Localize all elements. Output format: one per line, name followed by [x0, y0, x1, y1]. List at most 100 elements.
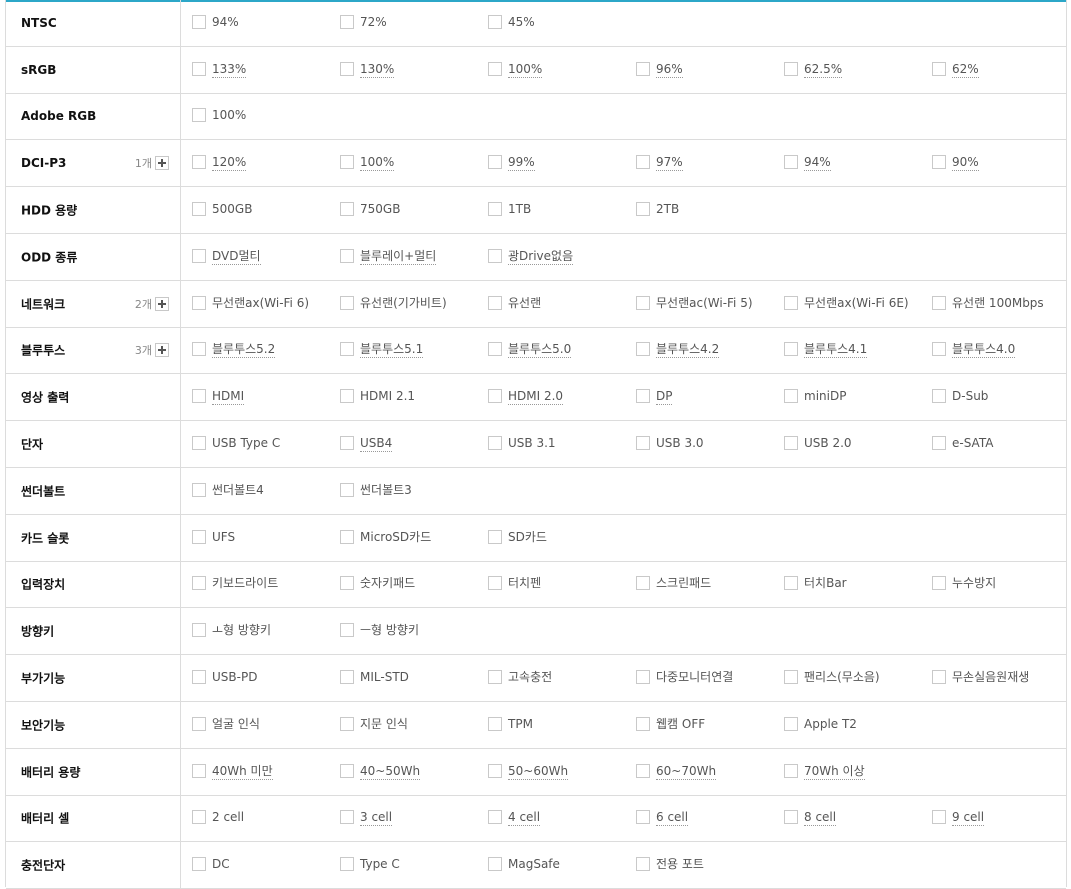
option-checkbox[interactable] [784, 670, 798, 685]
option-label[interactable]: 유선랜 [508, 296, 541, 311]
option-label[interactable]: 무손실음원재생 [952, 670, 1029, 685]
option-label[interactable]: DP [656, 389, 673, 406]
option-checkbox[interactable] [192, 342, 206, 357]
option-label[interactable]: D-Sub [952, 389, 988, 404]
option-label[interactable]: HDMI 2.1 [360, 389, 415, 404]
option-label[interactable]: TPM [508, 717, 533, 732]
option-label[interactable]: 45% [508, 15, 535, 30]
option-label[interactable]: 120% [212, 155, 247, 172]
option-checkbox[interactable] [488, 155, 502, 170]
option-label[interactable]: 50~60Wh [508, 764, 569, 780]
option-label[interactable]: USB-PD [212, 670, 257, 685]
option-checkbox[interactable] [340, 810, 354, 825]
option-checkbox[interactable] [340, 389, 354, 404]
option-label[interactable]: 100% [508, 62, 543, 78]
option-label[interactable]: 무선랜ax(Wi-Fi 6E) [804, 296, 909, 311]
option-label[interactable]: UFS [212, 530, 235, 545]
option-label[interactable]: 40~50Wh [360, 764, 421, 780]
option-checkbox[interactable] [340, 61, 354, 76]
option-label[interactable]: 터치펜 [508, 576, 541, 591]
option-label[interactable]: 지문 인식 [360, 717, 408, 732]
option-label[interactable]: 4 cell [508, 810, 541, 827]
option-checkbox[interactable] [192, 202, 206, 217]
option-label[interactable]: MicroSD카드 [360, 530, 431, 545]
option-label[interactable]: 72% [360, 15, 387, 30]
option-checkbox[interactable] [932, 155, 946, 170]
option-checkbox[interactable] [340, 670, 354, 685]
option-checkbox[interactable] [932, 61, 946, 76]
option-label[interactable]: USB4 [360, 436, 393, 453]
option-checkbox[interactable] [192, 482, 206, 497]
option-label[interactable]: DC [212, 857, 230, 872]
option-label[interactable]: 70Wh 이상 [804, 764, 865, 780]
option-checkbox[interactable] [488, 716, 502, 731]
option-checkbox[interactable] [340, 436, 354, 451]
option-checkbox[interactable] [192, 857, 206, 872]
option-label[interactable]: HDMI 2.0 [508, 389, 564, 406]
option-label[interactable]: 94% [212, 15, 239, 30]
option-checkbox[interactable] [932, 295, 946, 310]
option-checkbox[interactable] [636, 716, 650, 731]
option-label[interactable]: 1TB [508, 202, 531, 217]
option-label[interactable]: MIL-STD [360, 670, 409, 685]
option-label[interactable]: 6 cell [656, 810, 689, 827]
option-label[interactable]: USB 3.1 [508, 436, 556, 451]
option-label[interactable]: Apple T2 [804, 717, 857, 732]
option-checkbox[interactable] [932, 576, 946, 591]
option-checkbox[interactable] [340, 576, 354, 591]
option-label[interactable]: 블루투스5.2 [212, 342, 276, 359]
option-checkbox[interactable] [488, 529, 502, 544]
option-checkbox[interactable] [488, 670, 502, 685]
option-label[interactable]: 62.5% [804, 62, 843, 78]
option-label[interactable]: 무선랜ac(Wi-Fi 5) [656, 296, 753, 311]
option-checkbox[interactable] [488, 436, 502, 451]
option-label[interactable]: 60~70Wh [656, 764, 717, 780]
option-checkbox[interactable] [340, 155, 354, 170]
option-checkbox[interactable] [636, 295, 650, 310]
option-label[interactable]: SD카드 [508, 530, 547, 545]
option-checkbox[interactable] [488, 202, 502, 217]
option-label[interactable]: 133% [212, 62, 247, 78]
option-checkbox[interactable] [340, 342, 354, 357]
option-label[interactable]: 100% [360, 155, 395, 172]
option-label[interactable]: 9 cell [952, 810, 985, 827]
option-label[interactable]: DVD멀티 [212, 249, 261, 265]
option-checkbox[interactable] [192, 155, 206, 170]
option-label[interactable]: 터치Bar [804, 576, 847, 591]
option-checkbox[interactable] [784, 576, 798, 591]
option-checkbox[interactable] [192, 623, 206, 638]
option-label[interactable]: 94% [804, 155, 831, 172]
option-checkbox[interactable] [784, 295, 798, 310]
option-checkbox[interactable] [340, 248, 354, 263]
option-checkbox[interactable] [636, 202, 650, 217]
option-checkbox[interactable] [784, 810, 798, 825]
option-label[interactable]: 8 cell [804, 810, 837, 827]
expand-plus-icon[interactable] [155, 343, 169, 358]
option-label[interactable]: 3 cell [360, 810, 393, 827]
option-checkbox[interactable] [488, 389, 502, 404]
option-label[interactable]: 750GB [360, 202, 400, 217]
option-checkbox[interactable] [636, 763, 650, 778]
option-checkbox[interactable] [636, 670, 650, 685]
option-label[interactable]: Type C [360, 857, 400, 872]
option-checkbox[interactable] [340, 623, 354, 638]
option-checkbox[interactable] [488, 857, 502, 872]
option-checkbox[interactable] [488, 295, 502, 310]
option-label[interactable]: 40Wh 미만 [212, 764, 273, 780]
option-checkbox[interactable] [340, 202, 354, 217]
option-label[interactable]: 130% [360, 62, 395, 78]
option-label[interactable]: 블루투스5.1 [360, 342, 424, 359]
option-checkbox[interactable] [192, 436, 206, 451]
expand-plus-icon[interactable] [155, 296, 169, 311]
option-checkbox[interactable] [784, 155, 798, 170]
option-checkbox[interactable] [636, 810, 650, 825]
option-label[interactable]: 웹캠 OFF [656, 717, 705, 732]
option-label[interactable]: 2TB [656, 202, 679, 217]
option-checkbox[interactable] [932, 436, 946, 451]
option-checkbox[interactable] [192, 716, 206, 731]
option-checkbox[interactable] [636, 436, 650, 451]
option-label[interactable]: USB 2.0 [804, 436, 852, 451]
option-label[interactable]: USB Type C [212, 436, 280, 451]
option-checkbox[interactable] [636, 857, 650, 872]
option-label[interactable]: 키보드라이트 [212, 576, 278, 591]
